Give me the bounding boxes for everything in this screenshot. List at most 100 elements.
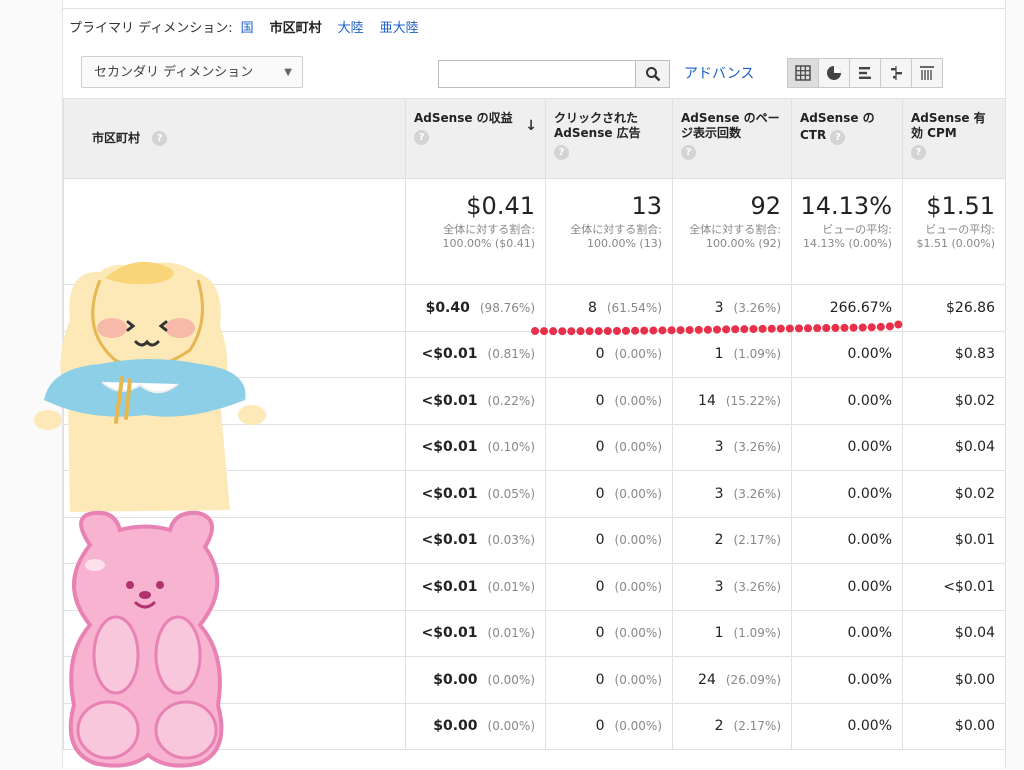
metric-value: <$0.01	[421, 439, 478, 456]
percent-of-total: (0.00%)	[614, 533, 662, 548]
clicks-cell: 0 (0.00%)	[545, 702, 673, 750]
percent-of-total: (0.00%)	[614, 672, 662, 687]
table-search-input[interactable]	[438, 60, 636, 88]
city-cell	[63, 330, 406, 378]
secondary-dimension-dropdown[interactable]: セカンダリ ディメンション ▼	[81, 56, 303, 88]
city-cell	[63, 609, 406, 657]
advanced-filter-link[interactable]: アドバンス	[684, 60, 754, 88]
table-row[interactable]: $0.00 (0.00%) 0 (0.00%) 2 (2.17%) 0.00% $0.00	[63, 702, 1006, 750]
percent-of-total: (0.81%)	[487, 347, 535, 362]
primary-dimension-label: プライマリ ディメンション:	[69, 20, 233, 36]
dimension-option-subcontinent[interactable]: 亜大陸	[380, 5, 419, 53]
header-adsense-ctr[interactable]: AdSense の CTR ?	[791, 98, 903, 179]
metric-value: <$0.01	[421, 392, 478, 409]
percent-of-total: (0.05%)	[487, 486, 535, 501]
pivot-view-icon	[920, 66, 934, 80]
clicks-cell: 0 (0.00%)	[545, 470, 673, 518]
percent-of-total: (3.26%)	[733, 486, 781, 501]
help-icon[interactable]: ?	[830, 130, 846, 145]
metric-value: <$0.01	[943, 578, 995, 595]
sort-arrow-icon: ↓	[525, 118, 537, 134]
secondary-dimension-label: セカンダリ ディメンション	[94, 65, 254, 80]
report-table: 市区町村 ? ↓ AdSense の収益 ? クリックされた AdSense 広…	[63, 98, 1006, 750]
metric-value: 0.00%	[847, 346, 892, 363]
table-row[interactable]: <$0.01 (0.05%) 0 (0.00%) 3 (3.26%) 0.00% $0.02	[63, 470, 1006, 518]
dimension-option-continent[interactable]: 大陸	[338, 5, 364, 53]
metric-value: <$0.01	[421, 625, 478, 642]
clicks-cell: 0 (0.00%)	[545, 563, 673, 611]
pie-view-icon	[827, 66, 841, 80]
totals-dimension-cell	[63, 178, 406, 285]
metric-value: $0.00	[433, 671, 478, 688]
city-cell	[63, 563, 406, 611]
table-toolbar: セカンダリ ディメンション ▼ アドバンス	[63, 48, 1005, 98]
header-adsense-pageviews[interactable]: AdSense のページ表示回数 ?	[672, 98, 792, 179]
metric-value: 1	[714, 346, 724, 363]
ecpm-cell: $0.02	[902, 377, 1006, 425]
percent-of-total: (0.01%)	[487, 626, 535, 641]
percent-of-total: (2.17%)	[733, 533, 781, 548]
percent-of-total: (15.22%)	[725, 393, 781, 408]
chevron-down-icon: ▼	[284, 67, 292, 78]
ecpm-cell: $0.01	[902, 516, 1006, 564]
header-adsense-revenue-label: AdSense の収益	[414, 111, 513, 125]
metric-value: 0.00%	[847, 718, 892, 735]
metric-value: $0.01	[954, 532, 995, 549]
help-icon[interactable]: ?	[554, 145, 569, 160]
ecpm-cell: $0.04	[902, 609, 1006, 657]
percent-of-total: (0.00%)	[614, 579, 662, 594]
pie-view-button[interactable]	[818, 58, 850, 88]
metric-value: $0.04	[954, 439, 995, 456]
table-row[interactable]: $0.00 (0.00%) 0 (0.00%) 24 (26.09%) 0.00% $0.00	[63, 656, 1006, 704]
header-city[interactable]: 市区町村 ?	[63, 98, 406, 179]
ctr-cell: 0.00%	[791, 563, 903, 611]
view-switcher	[787, 58, 943, 88]
header-adsense-ecpm[interactable]: AdSense 有効 CPM ?	[902, 98, 1006, 179]
help-icon[interactable]: ?	[414, 130, 429, 145]
table-row[interactable]: <$0.01 (0.10%) 0 (0.00%) 3 (3.26%) 0.00% $0.04	[63, 423, 1006, 471]
revenue-cell: <$0.01 (0.81%)	[405, 330, 546, 378]
city-cell	[63, 284, 406, 332]
help-icon[interactable]: ?	[152, 131, 168, 146]
total-ecpm: $1.51 ビューの平均: $1.51 (0.00%)	[902, 178, 1006, 285]
percent-of-total: (3.26%)	[733, 440, 781, 455]
header-adsense-clicks-label: クリックされた AdSense 広告	[554, 111, 641, 140]
pivot-view-button[interactable]	[911, 58, 943, 88]
total-revenue: $0.41 全体に対する割合: 100.00% ($0.41)	[405, 178, 546, 285]
total-value: 13	[631, 192, 662, 220]
metric-value: <$0.01	[421, 578, 478, 595]
table-row[interactable]: <$0.01 (0.03%) 0 (0.00%) 2 (2.17%) 0.00% $0.01	[63, 516, 1006, 564]
table-row[interactable]: <$0.01 (0.01%) 0 (0.00%) 1 (1.09%) 0.00% $0.04	[63, 609, 1006, 657]
table-row[interactable]: <$0.01 (0.01%) 0 (0.00%) 3 (3.26%) 0.00% <$0.01	[63, 563, 1006, 611]
metric-value: 0	[595, 532, 605, 549]
metric-value: 14	[698, 392, 716, 409]
help-icon[interactable]: ?	[911, 145, 926, 160]
comparison-view-icon	[891, 66, 902, 80]
header-adsense-revenue[interactable]: ↓ AdSense の収益 ?	[405, 98, 546, 179]
header-adsense-clicks[interactable]: クリックされた AdSense 広告 ?	[545, 98, 673, 179]
metric-value: <$0.01	[421, 485, 478, 502]
city-cell	[63, 377, 406, 425]
metric-value: $0.40	[425, 299, 470, 316]
table-row[interactable]: <$0.01 (0.22%) 0 (0.00%) 14 (15.22%) 0.00% $0.0…	[63, 377, 1006, 425]
revenue-cell: $0.00 (0.00%)	[405, 702, 546, 750]
metric-value: $26.86	[946, 299, 995, 316]
metric-value: $0.00	[954, 718, 995, 735]
comparison-view-button[interactable]	[880, 58, 912, 88]
city-cell	[63, 423, 406, 471]
pageviews-cell: 24 (26.09%)	[672, 656, 792, 704]
table-view-button[interactable]	[787, 58, 819, 88]
help-icon[interactable]: ?	[681, 145, 696, 160]
percent-of-total: (0.00%)	[614, 486, 662, 501]
total-clicks: 13 全体に対する割合: 100.00% (13)	[545, 178, 673, 285]
dimension-option-country[interactable]: 国	[241, 5, 254, 53]
bar-view-button[interactable]	[849, 58, 881, 88]
percent-of-total: (61.54%)	[606, 300, 662, 315]
dimension-option-city[interactable]: 市区町村	[270, 5, 322, 53]
percent-of-total: (2.17%)	[733, 719, 781, 734]
revenue-cell: <$0.01 (0.10%)	[405, 423, 546, 471]
search-button[interactable]	[636, 60, 670, 88]
percent-of-total: (0.01%)	[487, 579, 535, 594]
city-cell	[63, 656, 406, 704]
metric-value: $0.83	[954, 346, 995, 363]
